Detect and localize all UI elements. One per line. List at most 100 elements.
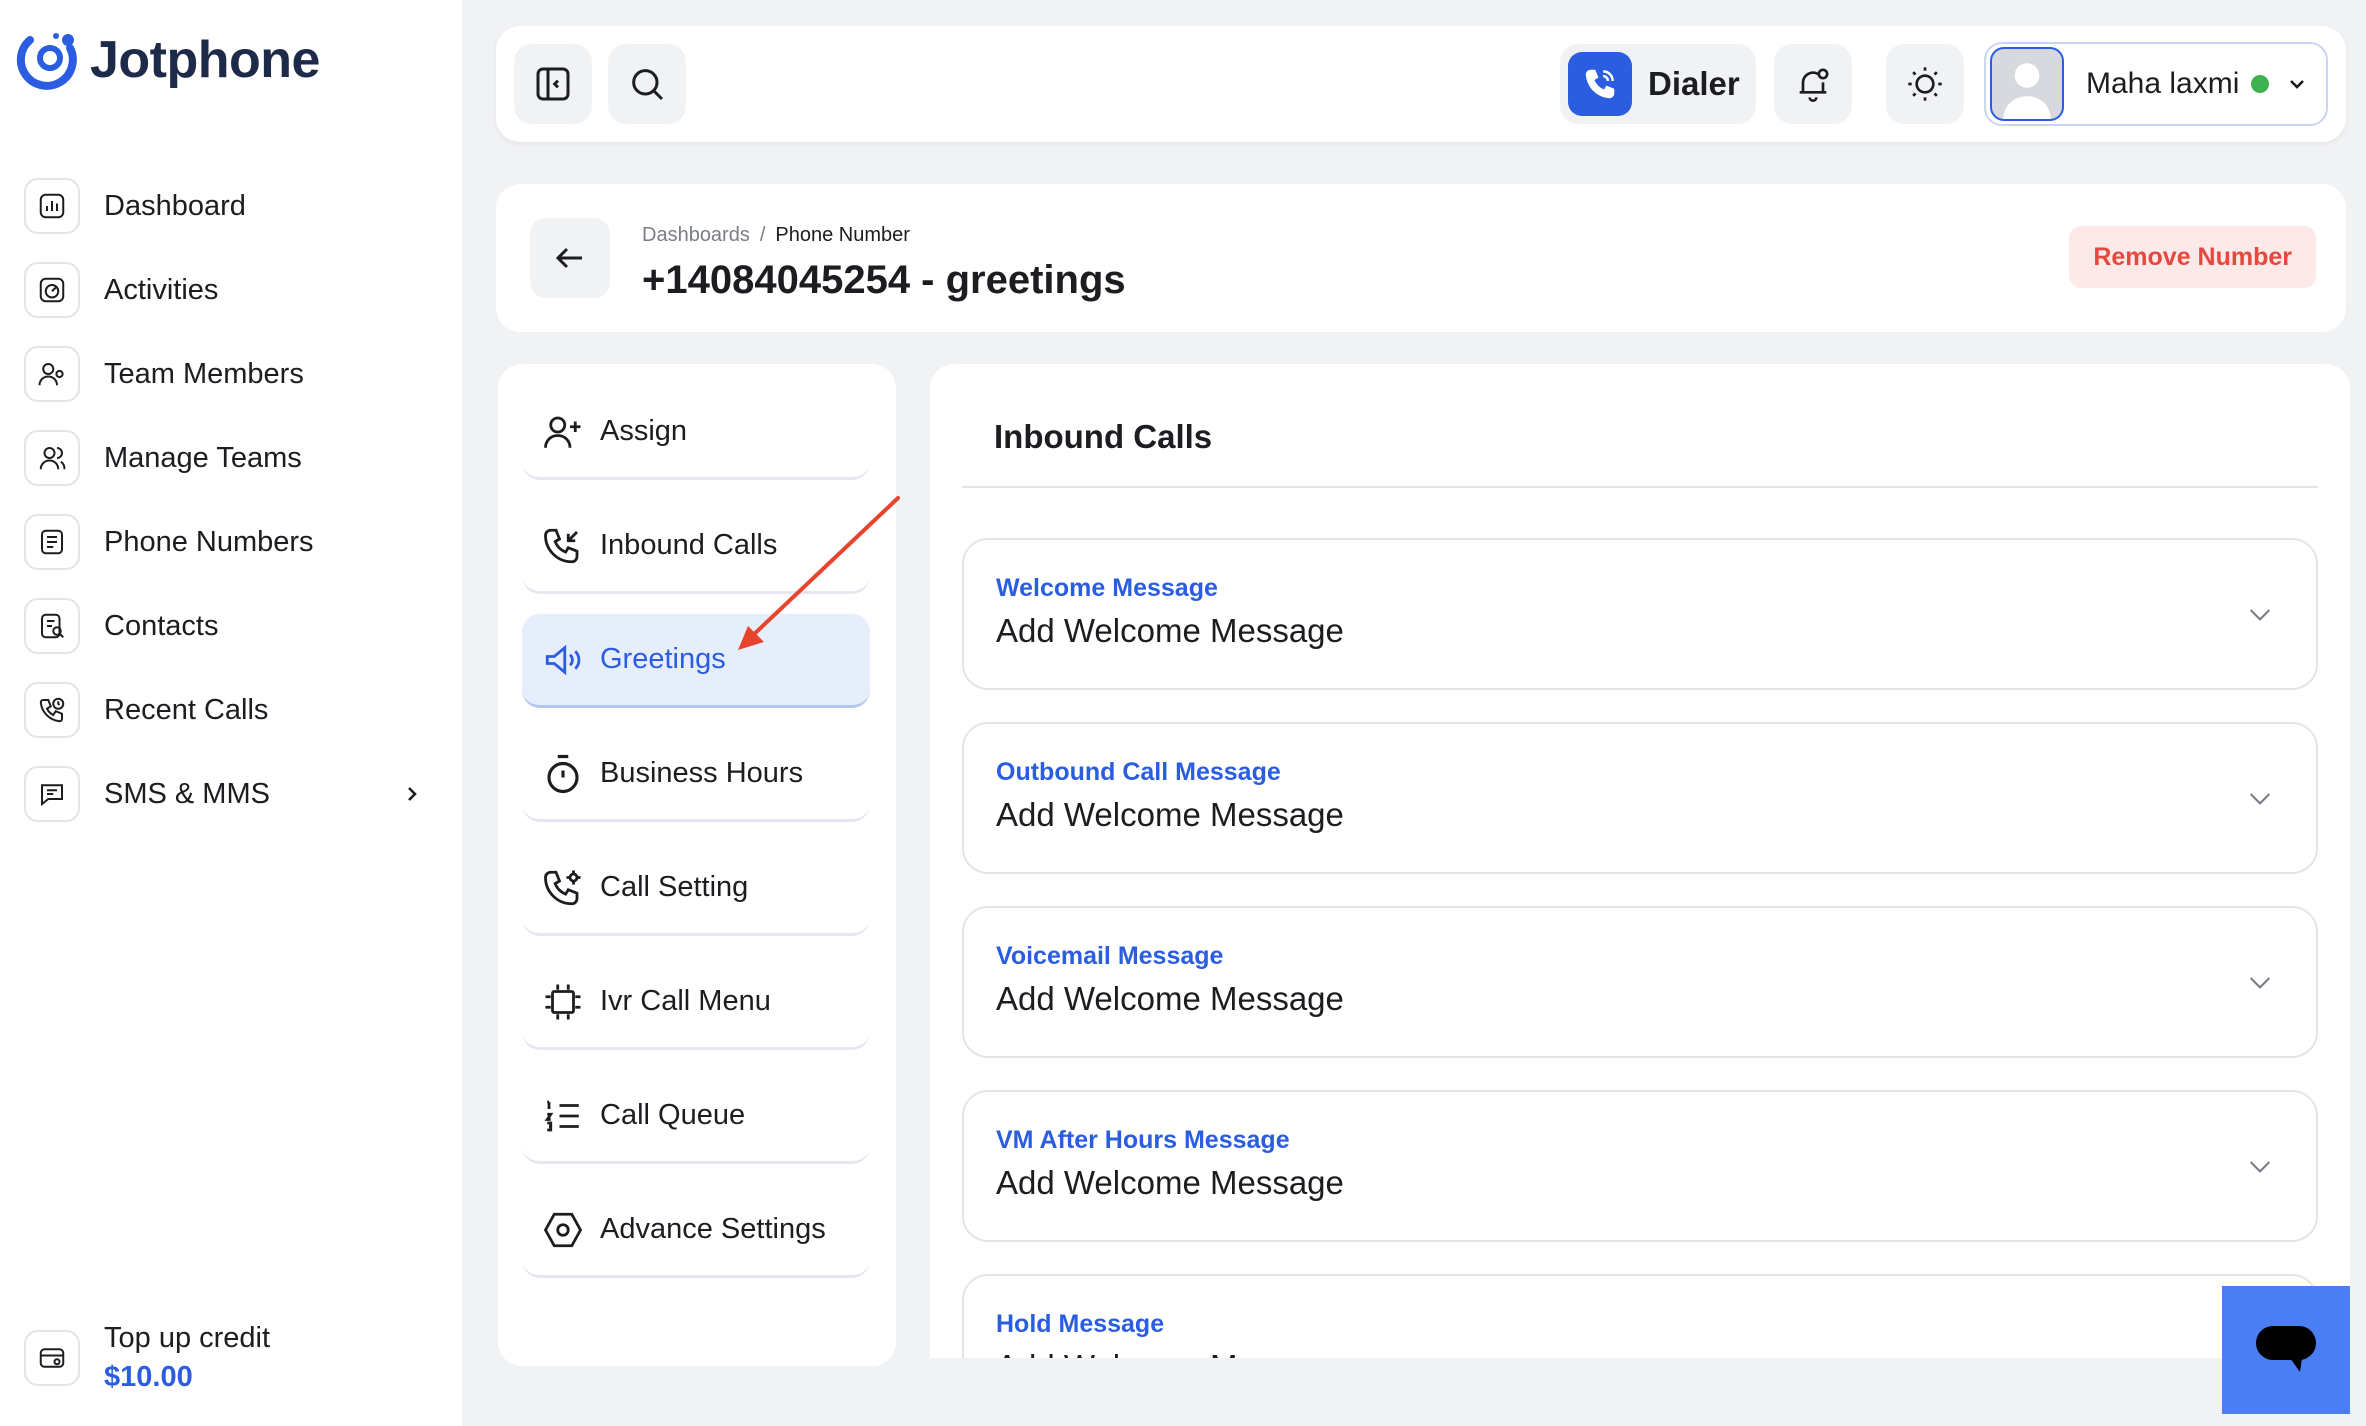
sidebar-item-label: Dashboard <box>104 189 246 222</box>
bell-icon <box>1799 68 1829 102</box>
welcome-message-accordion[interactable]: Welcome Message Add Welcome Message <box>962 538 2318 690</box>
menu-item-inbound-calls[interactable]: Inbound Calls <box>522 500 870 594</box>
top-bar: Dialer Maha laxmi <box>496 26 2346 142</box>
sidebar-item-label: Team Members <box>104 357 304 390</box>
activities-icon <box>24 262 80 318</box>
topup-credit[interactable]: Top up credit $10.00 <box>24 1322 270 1394</box>
topup-text: Top up credit $10.00 <box>104 1322 270 1394</box>
breadcrumb-current: Phone Number <box>775 224 910 246</box>
number-settings-menu: Assign Inbound Calls Greetings Business … <box>498 364 896 1366</box>
breadcrumb: Dashboards / Phone Number <box>642 224 910 247</box>
sidebar-collapse-icon <box>536 67 570 101</box>
app-name: Jotphone <box>90 31 320 89</box>
recent-calls-icon <box>24 682 80 738</box>
user-menu[interactable]: Maha laxmi <box>1984 42 2328 126</box>
outbound-call-message-accordion[interactable]: Outbound Call Message Add Welcome Messag… <box>962 722 2318 874</box>
dialer-label: Dialer <box>1648 65 1740 102</box>
menu-item-label: Ivr Call Menu <box>600 985 771 1017</box>
accordion-value: Add Welcome Message <box>996 980 1344 1017</box>
wallet-icon <box>24 1330 80 1386</box>
chat-widget-button[interactable] <box>2222 1286 2350 1414</box>
sidebar-item-label: SMS & MMS <box>104 777 270 810</box>
page-title: +14084045254 - greetings <box>642 258 1126 302</box>
menu-item-label: Call Setting <box>600 871 749 903</box>
topup-amount: $10.00 <box>104 1361 193 1393</box>
sidebar-item-sms-mms[interactable]: SMS & MMS <box>24 752 424 836</box>
menu-item-call-queue[interactable]: Call Queue <box>522 1070 870 1164</box>
sidebar-item-dashboard[interactable]: Dashboard <box>24 164 424 248</box>
chevron-down-icon <box>2290 80 2305 89</box>
avatar <box>1990 47 2064 121</box>
phone-numbers-icon <box>24 514 80 570</box>
megaphone-icon <box>545 644 581 675</box>
menu-item-assign[interactable]: Assign <box>522 386 870 480</box>
arrow-left-icon <box>555 247 582 269</box>
manage-teams-icon <box>24 430 80 486</box>
search-button[interactable] <box>608 44 686 124</box>
vm-after-hours-message-accordion[interactable]: VM After Hours Message Add Welcome Messa… <box>962 1090 2318 1242</box>
greetings-panel: Inbound Calls Welcome Message Add Welcom… <box>930 364 2350 1358</box>
sidebar-item-label: Recent Calls <box>104 693 269 726</box>
sidebar-item-manage-teams[interactable]: Manage Teams <box>24 416 424 500</box>
user-plus-icon <box>544 416 581 448</box>
sidebar-nav: Dashboard Activities Team Members Manage… <box>24 164 424 836</box>
hold-message-accordion[interactable]: Hold Message Add Welcome Message <box>962 1274 2318 1358</box>
sidebar-item-label: Phone Numbers <box>104 525 314 558</box>
back-button[interactable] <box>530 218 610 298</box>
notifications-button[interactable] <box>1774 44 1852 124</box>
menu-item-label: Greetings <box>600 643 726 675</box>
accordion-label: Welcome Message <box>996 574 1218 602</box>
page-header: Dashboards / Phone Number +14084045254 -… <box>496 184 2346 332</box>
menu-item-label: Business Hours <box>600 757 804 789</box>
menu-item-greetings[interactable]: Greetings <box>522 614 870 708</box>
menu-item-call-setting[interactable]: Call Setting <box>522 842 870 936</box>
sidebar-toggle-button[interactable] <box>514 44 592 124</box>
sidebar-item-recent-calls[interactable]: Recent Calls <box>24 668 424 752</box>
user-name: Maha laxmi <box>2086 67 2240 100</box>
sidebar-item-label: Activities <box>104 273 219 306</box>
dialer-button[interactable]: Dialer <box>1560 44 1756 124</box>
sms-icon <box>24 766 80 822</box>
jotphone-logo-icon <box>16 33 77 90</box>
menu-item-advance-settings[interactable]: Advance Settings <box>522 1184 870 1278</box>
menu-item-label: Inbound Calls <box>600 529 778 561</box>
call-settings-icon <box>544 870 581 905</box>
breadcrumb-link-dashboards[interactable]: Dashboards <box>642 224 750 247</box>
sidebar-item-contacts[interactable]: Contacts <box>24 584 424 668</box>
sidebar-item-phone-numbers[interactable]: Phone Numbers <box>24 500 424 584</box>
chevron-down-icon <box>2249 1161 2271 1173</box>
menu-item-label: Assign <box>600 415 688 447</box>
accordion-label: Voicemail Message <box>996 942 1224 970</box>
contacts-icon <box>24 598 80 654</box>
sidebar-item-activities[interactable]: Activities <box>24 248 424 332</box>
accordion-label: VM After Hours Message <box>996 1126 1290 1154</box>
breadcrumb-separator: / <box>759 224 766 246</box>
stopwatch-icon <box>547 754 579 793</box>
search-icon <box>632 69 664 101</box>
voicemail-message-accordion[interactable]: Voicemail Message Add Welcome Message <box>962 906 2318 1058</box>
section-title: Inbound Calls <box>994 418 1213 455</box>
phone-call-icon <box>1568 52 1632 116</box>
menu-item-ivr-call-menu[interactable]: Ivr Call Menu <box>522 956 870 1050</box>
chevron-right-icon[interactable] <box>400 780 424 808</box>
accordion-value: Add Welcome Message <box>996 796 1344 833</box>
accordion-value: Add Welcome Message <box>996 612 1344 649</box>
accordion-value: Add Welcome Message <box>996 1348 1344 1358</box>
sun-icon <box>1908 67 1942 101</box>
divider <box>962 486 2318 488</box>
topup-label: Top up credit <box>104 1322 271 1354</box>
sidebar-item-label: Contacts <box>104 609 219 642</box>
team-members-icon <box>24 346 80 402</box>
chat-bubble-icon <box>2256 1326 2316 1372</box>
ivr-menu-icon <box>545 984 581 1019</box>
chevron-down-icon <box>2249 609 2271 621</box>
remove-number-button[interactable]: Remove Number <box>2069 226 2316 288</box>
app-logo[interactable]: Jotphone <box>16 28 320 92</box>
chevron-down-icon <box>2249 793 2271 805</box>
sidebar-item-team-members[interactable]: Team Members <box>24 332 424 416</box>
sidebar: Jotphone Dashboard Activities Team Membe… <box>0 0 462 1426</box>
menu-item-label: Advance Settings <box>600 1213 826 1245</box>
accordion-label: Hold Message <box>996 1310 1165 1338</box>
menu-item-business-hours[interactable]: Business Hours <box>522 728 870 822</box>
theme-toggle-button[interactable] <box>1886 44 1964 124</box>
